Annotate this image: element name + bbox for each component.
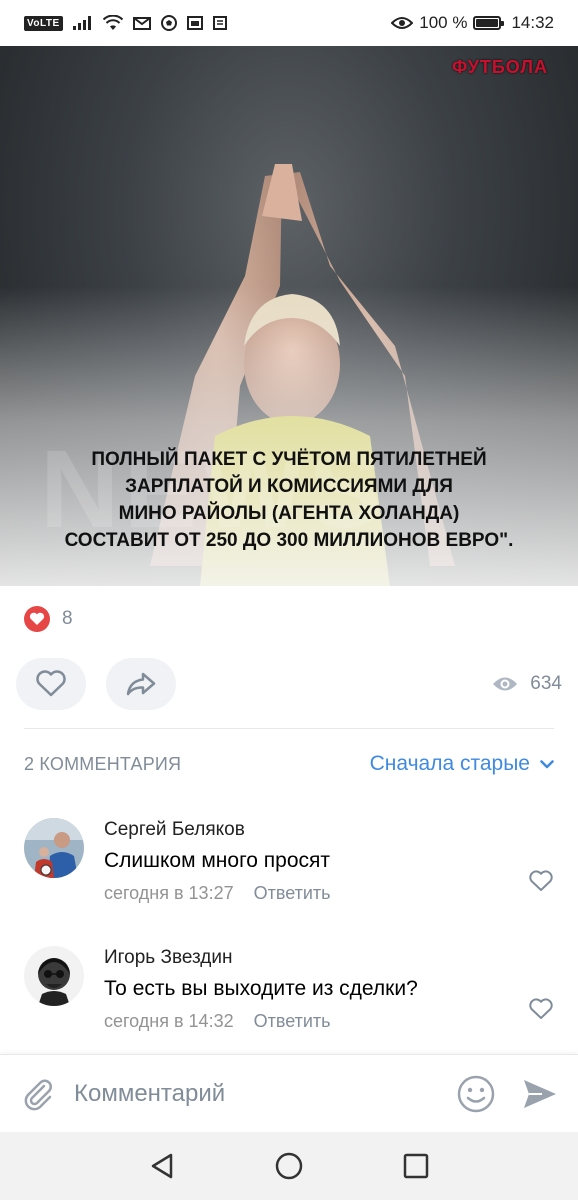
wifi-icon — [102, 15, 123, 31]
caption-line: ЗАРПЛАТОЙ И КОМИССИЯМИ ДЛЯ — [125, 476, 453, 497]
volte-indicator: VoLTE — [24, 15, 63, 31]
like-button[interactable] — [16, 658, 86, 710]
comment-text: То есть вы выходите из сделки? — [104, 977, 418, 1000]
avatar[interactable] — [24, 946, 84, 1006]
comment-item: Сергей Беляков Слишком много просят сего… — [24, 818, 554, 918]
sort-dropdown[interactable]: Сначала старые — [370, 752, 554, 776]
back-button[interactable] — [149, 1152, 175, 1180]
post-actions: 634 — [16, 658, 562, 710]
comment-input[interactable] — [74, 1073, 456, 1114]
comment-composer — [0, 1054, 578, 1132]
mail-icon — [132, 16, 151, 30]
caption-line: МИНО РАЙОЛЫ (АГЕНТА ХОЛАНДА) — [118, 503, 460, 524]
reply-button[interactable]: Ответить — [254, 880, 331, 906]
comment-author[interactable]: Сергей Беляков — [104, 818, 544, 842]
eye-comfort-icon — [391, 16, 414, 30]
post-image[interactable]: ФУТБОЛА NEWS ПОЛНЫЙ ПАКЕТ С УЧЁТОМ ПЯТИЛ… — [0, 46, 578, 586]
gallery-icon — [186, 16, 203, 30]
emoji-button[interactable] — [456, 1074, 496, 1114]
recents-button[interactable] — [403, 1153, 429, 1179]
likes-count: 8 — [62, 608, 73, 629]
system-nav-bar — [0, 1132, 578, 1200]
sort-label: Сначала старые — [369, 752, 530, 775]
divider — [24, 728, 554, 729]
image-caption: ПОЛНЫЙ ПАКЕТ С УЧЁТОМ ПЯТИЛЕТНЕЙ ЗАРПЛАТ… — [0, 446, 578, 554]
heart-icon — [36, 670, 66, 697]
share-button[interactable] — [106, 658, 176, 710]
home-circle-icon — [275, 1152, 303, 1180]
recents-square-icon — [403, 1153, 428, 1179]
comment-like-button[interactable] — [528, 998, 554, 1025]
signal-icon — [72, 16, 93, 30]
comment-body: Сергей Беляков Слишком много просят сего… — [104, 818, 544, 906]
comment-meta: сегодня в 14:32 Ответить — [104, 1008, 544, 1034]
comments-header: 2 комментария Сначала старые — [24, 748, 554, 780]
battery-percent: 100 % — [419, 13, 468, 32]
attach-button[interactable] — [20, 1076, 56, 1112]
comment-text: Слишком много просят — [104, 849, 331, 872]
brand-logo: ФУТБОЛА — [452, 57, 548, 77]
comment-time: сегодня в 13:27 — [104, 883, 234, 903]
views-count: 634 — [530, 673, 562, 694]
paperclip-icon — [24, 1079, 52, 1110]
smile-icon — [457, 1075, 495, 1112]
reply-button[interactable]: Ответить — [254, 1008, 331, 1034]
caption-line: ПОЛНЫЙ ПАКЕТ С УЧЁТОМ ПЯТИЛЕТНЕЙ — [91, 449, 487, 470]
heart-filled-icon — [24, 606, 50, 632]
share-icon — [126, 672, 156, 696]
clock: 14:32 — [511, 13, 554, 32]
status-left: VoLTE — [24, 15, 229, 31]
avatar[interactable] — [24, 818, 84, 878]
comment-author[interactable]: Игорь Звездин — [104, 946, 544, 970]
comments-count: 2 комментария — [24, 753, 182, 774]
chevron-down-icon — [540, 759, 554, 768]
views-counter: 634 — [492, 673, 562, 695]
status-bar: VoLTE 100 % 14:32 — [0, 0, 578, 46]
status-right: 100 % 14:32 — [391, 13, 554, 33]
comment-item: Игорь Звездин То есть вы выходите из сде… — [24, 946, 554, 1046]
battery-fill — [476, 19, 499, 27]
heart-icon — [529, 998, 553, 1019]
eye-icon — [493, 677, 518, 691]
send-button[interactable] — [522, 1077, 558, 1111]
likes-summary[interactable]: 8 — [24, 606, 73, 632]
football-icon — [160, 15, 177, 31]
comment-like-button[interactable] — [528, 870, 554, 897]
battery-icon — [473, 16, 505, 30]
home-button[interactable] — [274, 1151, 304, 1181]
back-triangle-icon — [152, 1153, 173, 1179]
heart-icon — [529, 870, 553, 891]
comment-meta: сегодня в 13:27 Ответить — [104, 880, 544, 906]
news-icon — [212, 16, 229, 30]
caption-line: СОСТАВИТ ОТ 250 ДО 300 МИЛЛИОНОВ ЕВРО". — [64, 530, 514, 551]
send-icon — [524, 1079, 556, 1108]
comment-time: сегодня в 14:32 — [104, 1011, 234, 1031]
comment-body: Игорь Звездин То есть вы выходите из сде… — [104, 946, 544, 1034]
